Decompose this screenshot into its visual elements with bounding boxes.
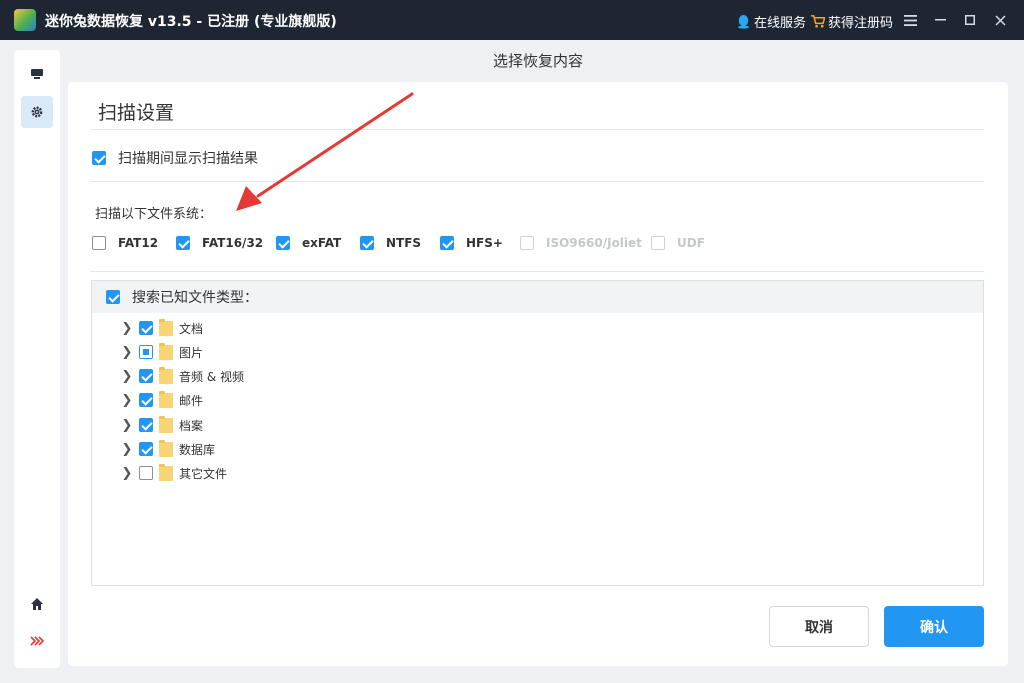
cart-icon [810, 15, 825, 28]
search-known-types-checkbox[interactable] [106, 290, 120, 304]
show-results-option[interactable]: 扫描期间显示扫描结果 [92, 148, 258, 168]
tree-item-label: 音频 & 视频 [179, 369, 244, 384]
fs-option-hfs-plus[interactable]: HFS+ [440, 236, 503, 250]
minimize-icon[interactable] [928, 8, 952, 32]
home-icon[interactable] [21, 588, 53, 620]
fs-option-exfat[interactable]: exFAT [276, 236, 341, 250]
filesystem-label: 扫描以下文件系统： [95, 207, 213, 222]
fs-option-iso9660: ISO9660/Joliet [520, 236, 642, 250]
tree-item-label: 文档 [179, 321, 204, 336]
tree-checkbox[interactable] [139, 442, 153, 456]
online-service-label: 在线服务 [754, 16, 807, 31]
tree-header[interactable]: 搜索已知文件类型： [92, 281, 983, 313]
tree-item-other-files[interactable]: ❯ 其它文件 [120, 463, 227, 483]
drive-icon[interactable] [21, 58, 53, 90]
qq-icon [737, 14, 750, 29]
chevron-right-icon[interactable]: ❯ [120, 418, 134, 433]
tree-item-documents[interactable]: ❯ 文档 [120, 318, 203, 338]
tree-item-archives[interactable]: ❯ 档案 [120, 415, 203, 435]
fs-name: FAT16/32 [202, 236, 264, 250]
fs-option-fat12[interactable]: FAT12 [92, 236, 158, 250]
page-title: 选择恢复内容 [492, 52, 583, 70]
tree-item-label: 图片 [179, 345, 204, 360]
chevron-right-icon[interactable]: ❯ [120, 442, 134, 457]
tree-checkbox[interactable] [139, 321, 153, 335]
chevron-right-icon[interactable]: ❯ [120, 369, 134, 384]
tree-item-email[interactable]: ❯ 邮件 [120, 390, 203, 410]
cancel-button[interactable]: 取消 [769, 606, 869, 647]
divider [90, 271, 984, 272]
fs-name: UDF [677, 236, 705, 250]
fs-name: HFS+ [466, 236, 503, 250]
fs-checkbox-udf [651, 236, 665, 250]
tree-item-label: 档案 [179, 418, 204, 433]
fs-option-fat16-32[interactable]: FAT16/32 [176, 236, 263, 250]
tree-item-database[interactable]: ❯ 数据库 [120, 439, 215, 459]
folder-icon [159, 439, 173, 457]
tree-checkbox[interactable] [139, 345, 153, 359]
app-logo-icon [14, 9, 36, 31]
online-service-link[interactable]: 在线服务 [736, 12, 806, 31]
tree-item-pictures[interactable]: ❯ 图片 [120, 342, 203, 362]
maximize-icon[interactable] [958, 8, 982, 32]
file-type-tree: 搜索已知文件类型： ❯ 文档 ❯ 图片 ❯ 音频 & 视频 ❯ 邮件 ❯ 档案 … [91, 280, 984, 586]
settings-gear-icon[interactable] [21, 96, 53, 128]
folder-icon [159, 342, 173, 360]
fs-name: ISO9660/Joliet [546, 236, 642, 250]
fs-option-ntfs[interactable]: NTFS [360, 236, 421, 250]
tree-header-label: 搜索已知文件类型： [132, 290, 258, 306]
tree-checkbox[interactable] [139, 418, 153, 432]
title-bar: 迷你兔数据恢复 v13.5 - 已注册 (专业旗舰版) 在线服务 获得注册码 [0, 0, 1024, 40]
show-results-label: 扫描期间显示扫描结果 [118, 151, 258, 167]
tree-checkbox[interactable] [139, 393, 153, 407]
fs-checkbox-ntfs[interactable] [360, 236, 374, 250]
chevron-right-icon[interactable]: ❯ [120, 345, 134, 360]
section-title: 扫描设置 [98, 102, 175, 124]
tree-item-label: 数据库 [179, 442, 216, 457]
fs-option-udf: UDF [651, 236, 705, 250]
fs-checkbox-fat16-32[interactable] [176, 236, 190, 250]
get-code-link[interactable]: 获得注册码 [810, 12, 893, 31]
show-results-checkbox[interactable] [92, 151, 106, 165]
fs-checkbox-iso9660 [520, 236, 534, 250]
folder-icon [159, 390, 173, 408]
tree-checkbox[interactable] [139, 369, 153, 383]
folder-icon [159, 318, 173, 336]
tree-item-label: 其它文件 [179, 466, 228, 481]
fs-checkbox-hfs-plus[interactable] [440, 236, 454, 250]
confirm-button[interactable]: 确认 [884, 606, 984, 647]
menu-icon[interactable] [898, 8, 922, 32]
folder-icon [159, 415, 173, 433]
divider [90, 129, 984, 130]
fs-name: FAT12 [118, 236, 159, 250]
chevron-right-icon[interactable]: ❯ [120, 466, 134, 481]
fs-checkbox-exfat[interactable] [276, 236, 290, 250]
close-icon[interactable] [988, 8, 1012, 32]
get-code-label: 获得注册码 [828, 16, 894, 31]
tree-checkbox[interactable] [139, 466, 153, 480]
folder-icon [159, 366, 173, 384]
expand-chevrons-icon[interactable] [21, 625, 53, 657]
tree-item-label: 邮件 [179, 393, 204, 408]
divider [90, 181, 984, 182]
fs-name: exFAT [302, 236, 342, 250]
fs-checkbox-fat12[interactable] [92, 236, 106, 250]
left-sidebar [14, 50, 60, 668]
tree-item-audio-video[interactable]: ❯ 音频 & 视频 [120, 366, 244, 386]
fs-name: NTFS [386, 236, 422, 250]
app-title: 迷你兔数据恢复 v13.5 - 已注册 (专业旗舰版) [45, 14, 337, 30]
folder-icon [159, 463, 173, 481]
scan-settings-panel: 扫描设置 扫描期间显示扫描结果 扫描以下文件系统： FAT12 FAT16/32… [68, 82, 1008, 666]
chevron-right-icon[interactable]: ❯ [120, 321, 134, 336]
chevron-right-icon[interactable]: ❯ [120, 393, 134, 408]
